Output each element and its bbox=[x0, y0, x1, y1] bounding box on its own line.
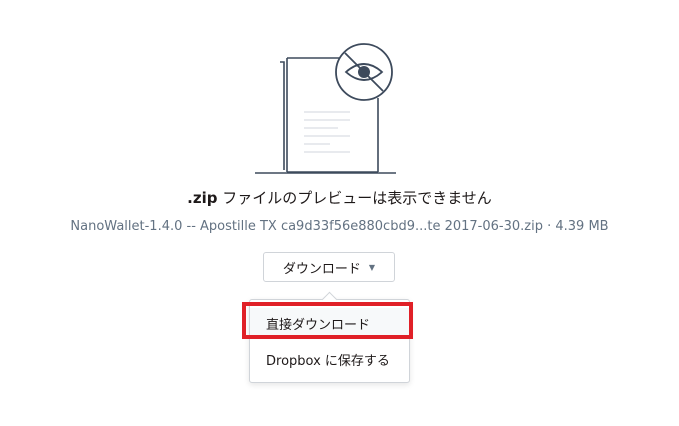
menu-item-label: Dropbox に保存する bbox=[266, 353, 390, 369]
eye-slash-icon bbox=[335, 43, 393, 101]
preview-unavailable-illustration bbox=[250, 38, 400, 178]
menu-item-direct-download[interactable]: 直接ダウンロード bbox=[250, 308, 409, 338]
menu-item-save-to-dropbox[interactable]: Dropbox に保存する bbox=[250, 344, 409, 374]
file-info: NanoWallet-1.4.0 -- Apostille TX ca9d33f… bbox=[70, 219, 609, 234]
download-dropdown-button[interactable]: ダウンロード ▼ bbox=[263, 252, 395, 282]
preview-unavailable-message: ファイルのプレビューは表示できません bbox=[217, 189, 492, 207]
menu-item-label: 直接ダウンロード bbox=[266, 317, 371, 333]
file-extension: .zip bbox=[187, 189, 218, 207]
preview-unavailable-title: .zip ファイルのプレビューは表示できません bbox=[0, 187, 679, 208]
file-preview-unavailable-icon bbox=[255, 43, 396, 174]
download-button-label: ダウンロード bbox=[282, 261, 361, 277]
caret-down-icon: ▼ bbox=[368, 262, 376, 272]
download-menu: 直接ダウンロード Dropbox に保存する bbox=[249, 299, 410, 383]
